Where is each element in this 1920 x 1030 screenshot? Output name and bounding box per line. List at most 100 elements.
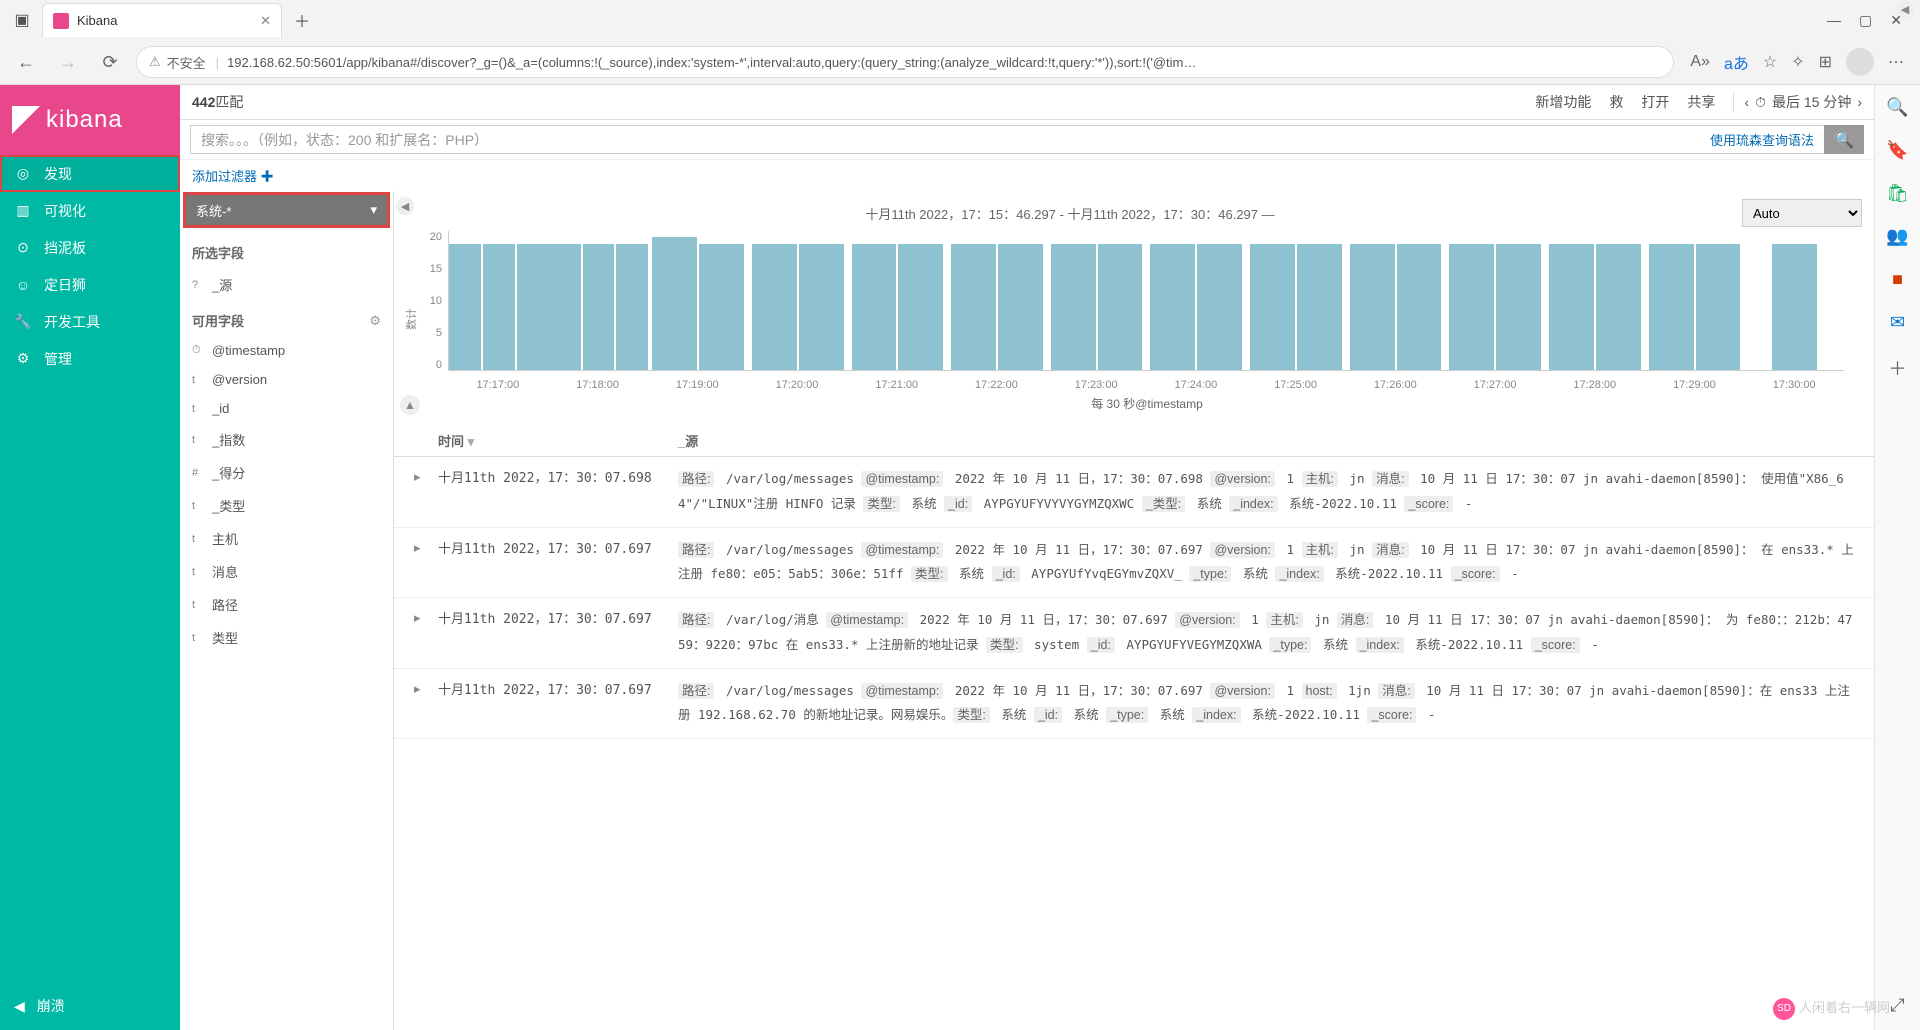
chart-bars — [448, 231, 1844, 371]
profile-avatar[interactable] — [1846, 48, 1874, 76]
bar — [1197, 244, 1242, 370]
expand-row-icon[interactable]: ▸ — [414, 679, 438, 697]
nav-label: 发现 — [44, 164, 72, 184]
sidebar-item-0[interactable]: ◎发现 — [0, 155, 180, 192]
translate-icon[interactable]: aあ — [1724, 50, 1749, 74]
bar — [1250, 244, 1295, 370]
topbar-action[interactable]: 新增功能 — [1535, 92, 1591, 112]
field-row[interactable]: t消息 — [180, 555, 393, 588]
expand-rail-icon[interactable]: ⤢ — [1890, 995, 1904, 1016]
sidebar-item-2[interactable]: ⊙挡泥板 — [0, 229, 180, 266]
bar — [1297, 244, 1342, 370]
field-row[interactable]: t_类型 — [180, 489, 393, 522]
outlook-icon[interactable]: ✉ — [1890, 312, 1905, 333]
nav-label: 开发工具 — [44, 312, 100, 332]
gear-icon[interactable]: ⚙ — [369, 313, 381, 329]
add-filter-link[interactable]: 添加过滤器 ✚ — [192, 169, 274, 184]
bar — [1696, 244, 1741, 370]
field-row[interactable]: ?_源 — [180, 268, 393, 301]
refresh-button[interactable]: ⟳ — [94, 46, 126, 78]
scroll-top-icon[interactable]: ▲ — [400, 395, 420, 415]
tag-icon[interactable]: 🔖 — [1886, 140, 1908, 161]
index-pattern-select[interactable]: 系统-* ▾ — [186, 195, 387, 225]
search-input[interactable]: 搜索。。。（例如，状态：200 和扩展名：PHP） 使用琉森查询语法 — [190, 125, 1824, 154]
y-axis: 20151050 — [422, 231, 442, 371]
collections-icon[interactable]: ✧ — [1791, 52, 1804, 72]
shopping-icon[interactable]: 🛍 — [1886, 183, 1909, 204]
add-tool-icon[interactable]: ＋ — [1889, 355, 1907, 381]
minimize-icon[interactable]: ― — [1827, 12, 1841, 29]
sidebar-item-5[interactable]: ⚙管理 — [0, 340, 180, 377]
interval-select[interactable]: Auto — [1742, 199, 1862, 227]
office-icon[interactable]: ■ — [1892, 269, 1903, 290]
topbar-action[interactable]: 打开 — [1641, 92, 1669, 112]
field-row[interactable]: #_得分 — [180, 456, 393, 489]
field-name: 主机 — [212, 529, 238, 548]
bar — [483, 244, 515, 370]
expand-row-icon[interactable]: ▸ — [414, 538, 438, 556]
field-name: _源 — [212, 275, 232, 294]
bar — [517, 244, 549, 370]
people-icon[interactable]: 👥 — [1886, 226, 1908, 247]
available-fields-header: 可用字段 ⚙ — [180, 301, 393, 336]
forward-button[interactable]: → — [52, 46, 84, 78]
nav-icon: ☺ — [14, 277, 32, 293]
bar — [1397, 244, 1442, 370]
close-tab-icon[interactable]: ✕ — [260, 13, 271, 29]
tab-title: Kibana — [77, 13, 117, 28]
maximize-icon[interactable]: ▢ — [1859, 12, 1872, 29]
sidebar-item-1[interactable]: ▥可视化 — [0, 192, 180, 229]
table-row: ▸ 十月11th 2022，17：30：07.697 路径: /var/log/… — [394, 598, 1874, 669]
time-range-label: 最后 15 分钟 — [1772, 92, 1851, 112]
favorite-icon[interactable]: ☆ — [1763, 52, 1777, 72]
field-row[interactable]: t_id — [180, 394, 393, 423]
field-row[interactable]: ⏱@timestamp — [180, 336, 393, 365]
browser-tab[interactable]: Kibana ✕ — [42, 3, 282, 37]
bar — [449, 244, 481, 370]
col-time-header[interactable]: 时间 ▾ — [438, 431, 678, 450]
new-tab-button[interactable]: ＋ — [288, 6, 316, 34]
col-source-header[interactable]: _源 — [678, 431, 1854, 450]
collapse-fields-icon[interactable]: ◀ — [396, 197, 414, 215]
filter-row: 添加过滤器 ✚ — [180, 160, 1874, 191]
topbar: 442 匹配 新增功能救打开共享 ‹ ⏱ 最后 15 分钟 › — [180, 85, 1874, 120]
hit-count: 442 — [192, 94, 215, 110]
bar — [1649, 244, 1694, 370]
menu-icon[interactable]: ⋯ — [1888, 52, 1904, 72]
next-time-icon[interactable]: › — [1857, 94, 1862, 110]
url-text: 192.168.62.50:5601/app/kibana#/discover?… — [227, 55, 1196, 70]
nav-label: 定日狮 — [44, 275, 86, 295]
search-icon[interactable]: 🔍 — [1886, 97, 1908, 118]
prev-time-icon[interactable]: ‹ — [1744, 94, 1749, 110]
address-field[interactable]: ⚠ 不安全 | 192.168.62.50:5601/app/kibana#/d… — [136, 46, 1674, 78]
sidebar-item-3[interactable]: ☺ 定日狮 — [0, 266, 180, 303]
kibana-sidebar: kibana ◎发现▥可视化⊙挡泥板 ☺ 定日狮 🔧开发工具⚙管理 ◀ 崩溃 — [0, 85, 180, 1030]
field-row[interactable]: t@version — [180, 365, 393, 394]
chevron-down-icon: ▾ — [370, 202, 377, 218]
sidebar-item-4[interactable]: 🔧开发工具 — [0, 303, 180, 340]
field-row[interactable]: t主机 — [180, 522, 393, 555]
field-row[interactable]: t类型 — [180, 621, 393, 654]
search-button[interactable]: 🔍 — [1824, 125, 1864, 154]
field-row[interactable]: t_指数 — [180, 423, 393, 456]
expand-row-icon[interactable]: ▸ — [414, 608, 438, 626]
histogram-chart[interactable]: 数计 20151050 17:17:0017:18:0017:19:0017:2… — [394, 231, 1874, 391]
nav-label: 可视化 — [44, 201, 86, 221]
expand-row-icon[interactable]: ▸ — [414, 467, 438, 485]
bar — [1596, 244, 1641, 370]
read-aloud-icon[interactable]: A» — [1690, 53, 1710, 71]
topbar-action[interactable]: 救 — [1609, 92, 1623, 112]
source-cell: 路径: /var/log/messages @timestamp: 2022 年… — [678, 679, 1854, 729]
bar — [1098, 244, 1143, 370]
field-row[interactable]: t路径 — [180, 588, 393, 621]
sidebar-collapse[interactable]: ◀ 崩溃 — [0, 982, 180, 1030]
panel-toggle-icon[interactable]: ▣ — [8, 6, 36, 34]
logo[interactable]: kibana — [0, 85, 180, 155]
back-button[interactable]: ← — [10, 46, 42, 78]
extensions-icon[interactable]: ⊞ — [1819, 52, 1832, 72]
field-name: @timestamp — [212, 343, 285, 358]
query-syntax-link[interactable]: 使用琉森查询语法 — [1710, 130, 1814, 149]
bar — [1496, 244, 1541, 370]
topbar-action[interactable]: 共享 — [1687, 92, 1715, 112]
time-picker[interactable]: ‹ ⏱ 最后 15 分钟 › — [1733, 92, 1862, 112]
